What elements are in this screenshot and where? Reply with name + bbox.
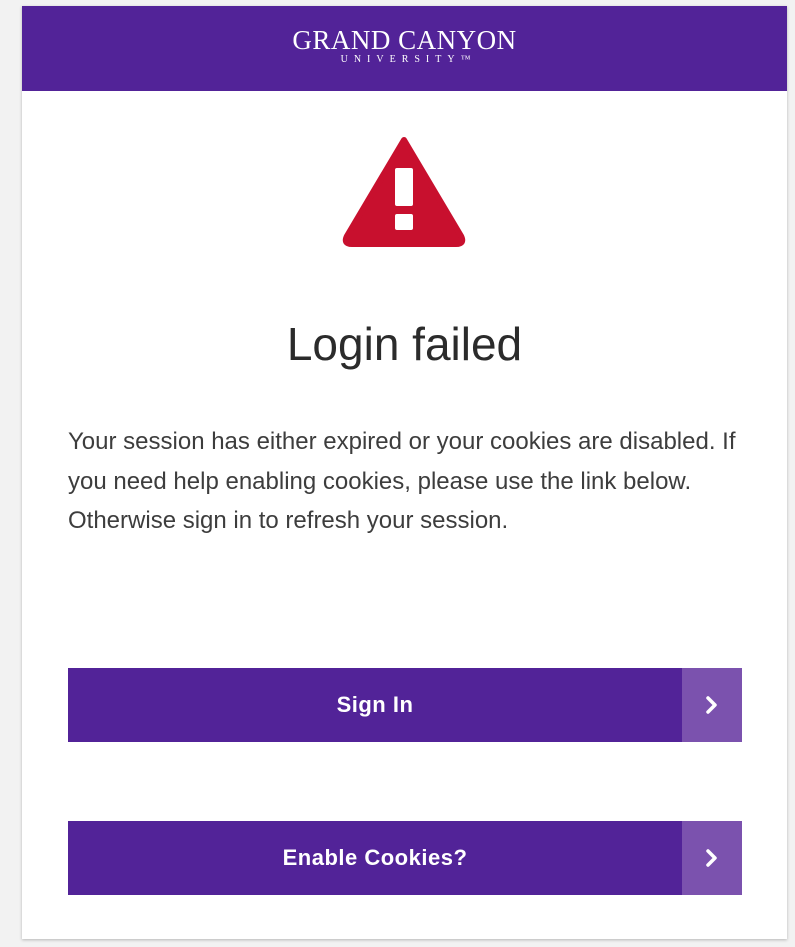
sign-in-button-label: Sign In <box>336 692 414 717</box>
logo-main-text: GRAND CANYON <box>292 25 517 55</box>
enable-cookies-button-label: Enable Cookies? <box>282 845 468 870</box>
sign-in-arrow-panel <box>682 668 742 742</box>
logo-sub-text: UNIVERSITY™ <box>340 54 477 65</box>
login-failed-card: GRAND CANYON UNIVERSITY™ Login failed Yo… <box>22 6 787 939</box>
page-title: Login failed <box>286 318 523 370</box>
warning-triangle-icon <box>342 134 466 248</box>
enable-cookies-button[interactable]: Enable Cookies? <box>68 821 742 895</box>
enable-cookies-arrow-panel <box>682 821 742 895</box>
gcu-logo: GRAND CANYON UNIVERSITY™ <box>22 26 787 66</box>
error-message: Your session has either expired or your … <box>68 428 736 534</box>
sign-in-button[interactable]: Sign In <box>68 668 742 742</box>
chevron-right-icon <box>706 849 717 867</box>
header-bar: GRAND CANYON UNIVERSITY™ <box>22 6 787 91</box>
chevron-right-icon <box>706 696 717 714</box>
